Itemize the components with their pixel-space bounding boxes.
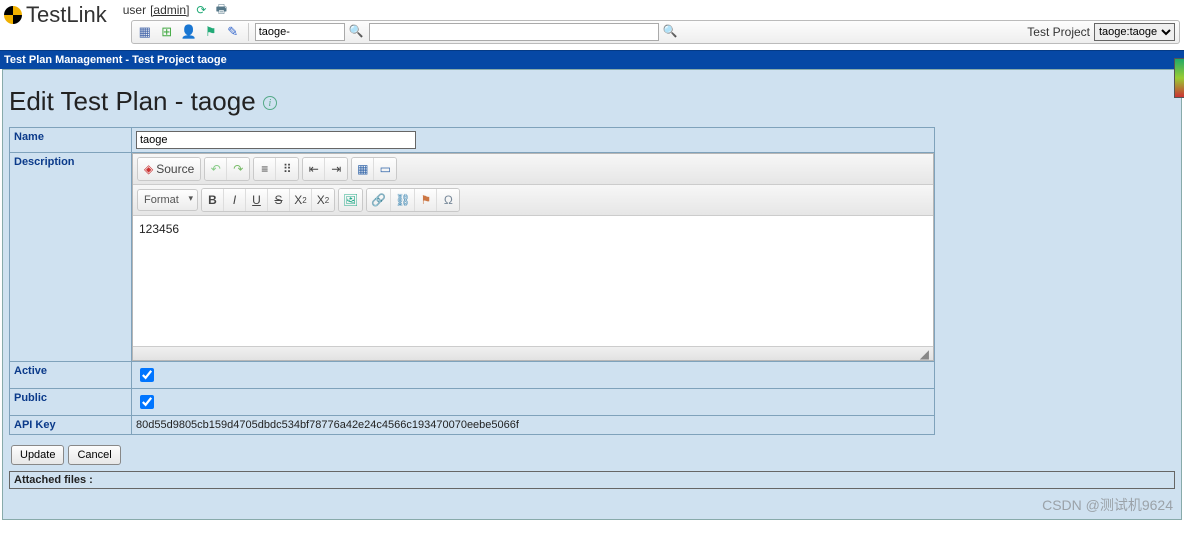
- numbered-list-icon[interactable]: ≡: [254, 158, 276, 180]
- active-checkbox[interactable]: [140, 368, 154, 382]
- main-toolbar: ▦ ⊞ 👤 ⚑ ✎ 🔍 🔍 Test Project taoge:taoge: [131, 20, 1180, 44]
- quick-search-input[interactable]: [255, 23, 345, 41]
- testlink-icon: [4, 6, 22, 24]
- search-icon[interactable]: 🔍: [349, 24, 365, 40]
- api-key-value: 80d55d9805cb159d4705dbdc534bf78776a42e24…: [132, 416, 935, 435]
- label-name: Name: [10, 128, 132, 153]
- undo-icon[interactable]: ↶: [205, 158, 227, 180]
- editor-resize-handle[interactable]: ◢: [133, 346, 933, 360]
- attached-files-label: Attached files :: [14, 474, 93, 486]
- outdent-icon[interactable]: ⇤: [303, 158, 325, 180]
- app-logo[interactable]: TestLink: [4, 2, 107, 28]
- bold-icon[interactable]: B: [202, 189, 224, 211]
- rich-text-editor: ◈ Source ↶ ↷ ≡ ⠿ ⇤: [132, 153, 934, 361]
- image-icon[interactable]: 🖼: [339, 189, 362, 211]
- flag-icon[interactable]: ⚑: [202, 23, 220, 41]
- tree-icon[interactable]: ⊞: [158, 23, 176, 41]
- toolbar-separator: [248, 23, 249, 41]
- indent-icon[interactable]: ⇥: [325, 158, 347, 180]
- user-label: user: [123, 3, 146, 17]
- redo-icon[interactable]: ↷: [227, 158, 249, 180]
- table-icon[interactable]: ▦: [352, 158, 374, 180]
- user-name-link[interactable]: [admin]: [150, 3, 189, 17]
- side-indicator: [1174, 58, 1184, 98]
- bullet-list-icon[interactable]: ⠿: [276, 158, 298, 180]
- special-char-icon[interactable]: Ω: [437, 189, 459, 211]
- hr-icon[interactable]: ▭: [374, 158, 396, 180]
- subscript-icon[interactable]: X2: [290, 189, 312, 211]
- page-title: Edit Test Plan - taoge i: [9, 86, 1175, 117]
- refresh-icon[interactable]: ⟳: [193, 2, 209, 18]
- attached-files-box: Attached files :: [9, 471, 1175, 489]
- user-area: user [admin] ⟳ 🖶: [123, 2, 1180, 18]
- superscript-icon[interactable]: X2: [312, 189, 334, 211]
- italic-icon[interactable]: I: [224, 189, 246, 211]
- unlink-icon[interactable]: ⛓: [391, 189, 415, 211]
- printer-icon[interactable]: 🖶: [213, 2, 229, 18]
- test-project-select[interactable]: taoge:taoge: [1094, 23, 1175, 41]
- section-title-bar: Test Plan Management - Test Project taog…: [0, 50, 1184, 69]
- update-button[interactable]: Update: [11, 445, 64, 465]
- user-icon[interactable]: 👤: [180, 23, 198, 41]
- editor-source-button[interactable]: ◈ Source: [138, 158, 200, 180]
- link-icon[interactable]: 🔗: [367, 189, 391, 211]
- label-public: Public: [10, 389, 132, 416]
- test-project-label: Test Project: [1027, 25, 1090, 39]
- edit-icon[interactable]: ✎: [224, 23, 242, 41]
- label-api-key: API Key: [10, 416, 132, 435]
- label-description: Description: [10, 153, 132, 362]
- label-active: Active: [10, 362, 132, 389]
- editor-body[interactable]: 123456: [133, 216, 933, 346]
- app-name: TestLink: [26, 2, 107, 28]
- section-title: Test Plan Management - Test Project taog…: [4, 54, 227, 66]
- strike-icon[interactable]: S: [268, 189, 290, 211]
- search-icon[interactable]: 🔍: [663, 24, 679, 40]
- source-dot-icon: ◈: [144, 162, 153, 176]
- public-checkbox[interactable]: [140, 395, 154, 409]
- watermark: CSDN @测试机9624: [1042, 495, 1173, 515]
- global-search-input[interactable]: [369, 23, 659, 41]
- testplan-form: Name Description ◈ Source: [9, 127, 935, 435]
- main-panel: Edit Test Plan - taoge i Name Descriptio…: [2, 69, 1182, 520]
- underline-icon[interactable]: U: [246, 189, 268, 211]
- anchor-icon[interactable]: ⚑: [415, 189, 437, 211]
- calendar-icon[interactable]: ▦: [136, 23, 154, 41]
- cancel-button[interactable]: Cancel: [68, 445, 120, 465]
- format-select[interactable]: Format: [137, 189, 198, 211]
- name-input[interactable]: [136, 131, 416, 149]
- info-icon[interactable]: i: [263, 96, 277, 110]
